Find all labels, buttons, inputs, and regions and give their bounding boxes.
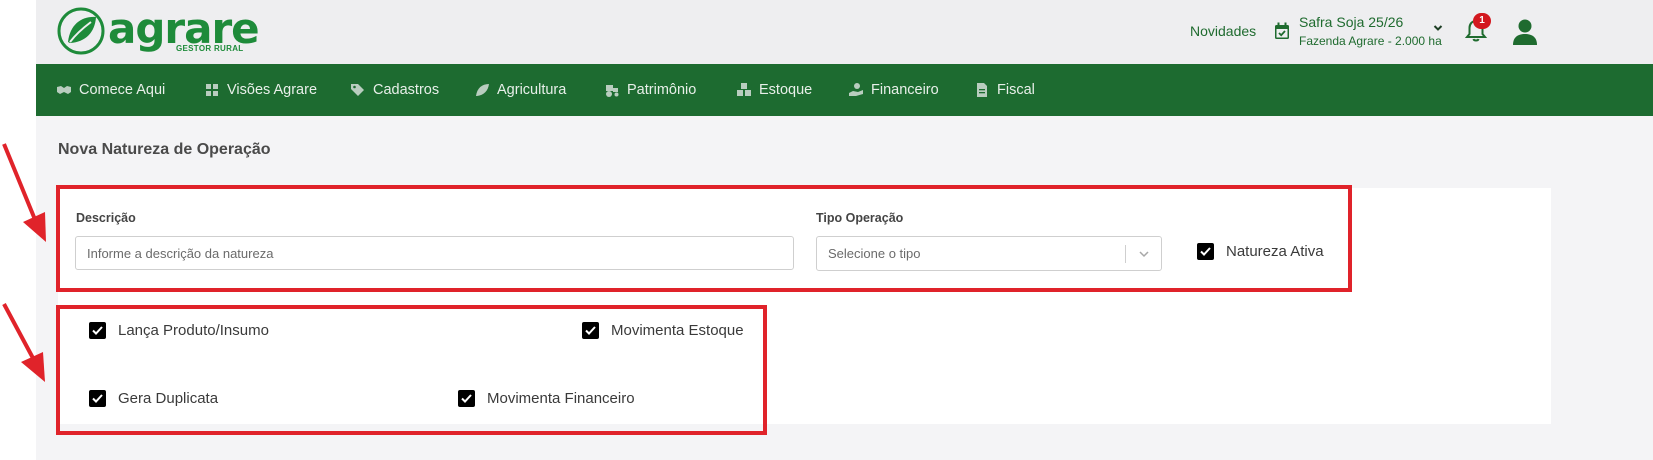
- hand-coin-icon: [849, 83, 863, 96]
- page-title: Nova Natureza de Operação: [58, 141, 271, 158]
- annotation-box-top: [56, 185, 1352, 292]
- nav-item-cadastros[interactable]: Cadastros: [350, 64, 439, 116]
- nav-label: Financeiro: [871, 82, 939, 98]
- nav-label: Visões Agrare: [227, 82, 318, 98]
- top-header: agrare GESTOR RURAL Novidades Safra Soja…: [36, 0, 1653, 64]
- safra-farm: Fazenda Agrare - 2.000 ha: [1299, 34, 1442, 48]
- nav-item-financeiro[interactable]: Financeiro: [848, 64, 939, 116]
- nav-label: Patrimônio: [627, 82, 697, 98]
- nav-item-agricultura[interactable]: Agricultura: [474, 64, 566, 116]
- nav-label: Fiscal: [997, 82, 1035, 98]
- novidades-link[interactable]: Novidades: [1190, 23, 1256, 39]
- chevron-down-icon[interactable]: [1432, 22, 1444, 34]
- file-icon: [977, 83, 987, 97]
- tags-icon: [351, 84, 364, 96]
- logo-leaf-icon: [57, 7, 105, 55]
- nav-item-patrimonio[interactable]: Patrimônio: [604, 64, 696, 116]
- nav-label: Agricultura: [497, 82, 567, 98]
- calendar-check-icon: [1275, 22, 1289, 39]
- safra-title: Safra Soja 25/26: [1299, 14, 1404, 30]
- tractor-icon: [606, 85, 619, 97]
- annotation-arrow-bottom: [2, 303, 45, 382]
- main-navigation: Comece Aqui Visões Agrare Cadastros Agri…: [36, 64, 1653, 116]
- nav-item-comece-aqui[interactable]: Comece Aqui: [56, 64, 165, 116]
- agrare-logo[interactable]: agrare GESTOR RURAL: [56, 4, 260, 56]
- annotation-box-bottom: [56, 305, 767, 435]
- safra-selector[interactable]: Safra Soja 25/26 Fazenda Agrare - 2.000 …: [1299, 14, 1442, 48]
- boxes-icon: [737, 83, 751, 96]
- leaf-icon: [476, 84, 489, 96]
- nav-label: Cadastros: [373, 82, 440, 98]
- handshake-icon: [57, 86, 71, 94]
- grid-icon: [206, 84, 218, 96]
- app-frame: agrare GESTOR RURAL Novidades Safra Soja…: [36, 0, 1653, 460]
- logo-subtitle: GESTOR RURAL: [176, 44, 244, 53]
- nav-item-visoes-agrare[interactable]: Visões Agrare: [204, 64, 317, 116]
- nav-item-estoque[interactable]: Estoque: [736, 64, 812, 116]
- nav-label: Comece Aqui: [79, 82, 166, 98]
- notification-badge: 1: [1473, 13, 1491, 29]
- nav-item-fiscal[interactable]: Fiscal: [974, 64, 1035, 116]
- annotation-arrow-top: [2, 143, 46, 242]
- nav-label: Estoque: [759, 82, 813, 98]
- user-avatar-icon[interactable]: [1512, 18, 1538, 46]
